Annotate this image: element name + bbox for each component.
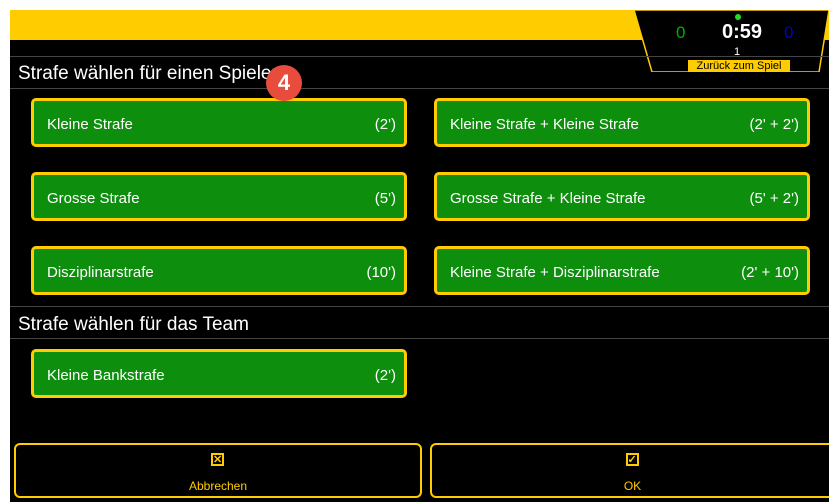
penalty-label: Kleine Strafe + Kleine Strafe [450,116,639,133]
ok-label: OK [623,479,642,493]
divider [10,88,829,89]
penalty-label: Kleine Strafe + Disziplinarstrafe [450,264,660,281]
penalty-button-major[interactable]: Grosse Strafe (5') [31,172,407,221]
cancel-button[interactable]: ✕ Abbrechen [14,443,422,498]
penalty-button-minor-plus-misconduct[interactable]: Kleine Strafe + Disziplinarstrafe (2' + … [434,246,810,295]
home-score: 0 [676,23,686,42]
clock-running-indicator [735,14,741,20]
penalty-duration: (5') [374,190,396,207]
away-score: 0 [784,23,794,42]
penalty-duration: (2' + 10') [741,264,799,281]
penalty-button-bench-minor[interactable]: Kleine Bankstrafe (2') [31,349,407,398]
penalty-button-minor-plus-minor[interactable]: Kleine Strafe + Kleine Strafe (2' + 2') [434,98,810,147]
scoreboard: 0 0:59 0 1 Zurück zum Spiel [634,10,829,72]
divider [10,306,829,307]
penalty-label: Kleine Strafe [47,116,133,133]
penalty-duration: (2') [374,116,396,133]
penalty-duration: (5' + 2') [749,190,800,207]
team-section-title: Strafe wählen für das Team [18,314,249,335]
penalty-label: Grosse Strafe + Kleine Strafe [450,190,646,207]
x-box-icon: ✕ [211,453,224,466]
game-clock: 0:59 [722,21,763,43]
penalty-duration: (10') [366,264,396,281]
penalty-button-misconduct[interactable]: Disziplinarstrafe (10') [31,246,407,295]
penalty-button-minor[interactable]: Kleine Strafe (2') [31,98,407,147]
cancel-label: Abbrechen [188,479,248,493]
penalty-duration: (2' + 2') [749,116,800,133]
penalty-duration: (2') [374,367,396,384]
divider [10,338,829,339]
player-section-title: Strafe wählen für einen Spieler [18,63,278,84]
penalty-label: Grosse Strafe [47,190,140,207]
back-to-game-button[interactable]: Zurück zum Spiel [688,60,790,72]
penalty-button-major-plus-minor[interactable]: Grosse Strafe + Kleine Strafe (5' + 2') [434,172,810,221]
penalty-label: Kleine Bankstrafe [47,367,165,384]
penalty-dialog: 0 0:59 0 1 Zurück zum Spiel Strafe wähle… [10,10,829,502]
ok-button[interactable]: ✓ OK [430,443,829,498]
divider [10,56,829,57]
penalty-label: Disziplinarstrafe [47,264,154,281]
checkbox-icon: ✓ [625,453,639,466]
step-number-badge: 4 [266,65,302,101]
